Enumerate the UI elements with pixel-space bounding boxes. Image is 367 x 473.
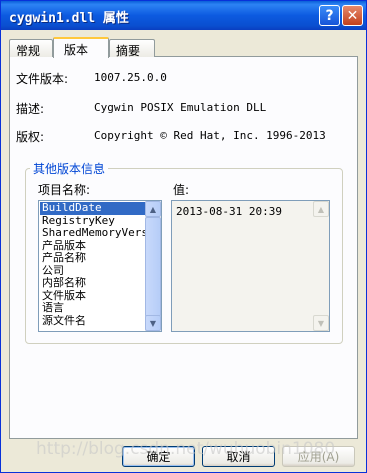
list-item[interactable]: SharedMemoryVersi: [40, 227, 146, 240]
list-item[interactable]: 内部名称: [40, 277, 146, 290]
list-item[interactable]: 产品版本: [40, 240, 146, 253]
ok-button[interactable]: 确定: [122, 446, 195, 467]
value-textbox[interactable]: 2013-08-31 20:39 ▲ ▼: [171, 200, 330, 332]
chevron-down-icon: ▼: [317, 318, 325, 328]
tab-version[interactable]: 版本: [53, 37, 109, 58]
help-button[interactable]: ?: [319, 5, 340, 26]
list-item[interactable]: 产品名称: [40, 252, 146, 265]
copyright-value: Copyright © Red Hat, Inc. 1996-2013: [94, 129, 326, 142]
listbox-scrollbar[interactable]: ▲ ▼: [145, 201, 161, 331]
value-scroll-down-button[interactable]: ▼: [313, 315, 329, 331]
window-title: cygwin1.dll 属性: [9, 11, 129, 26]
description-label: 描述:: [16, 102, 45, 116]
item-name-listbox[interactable]: BuildDate RegistryKey SharedMemoryVersi 产品版…: [38, 200, 162, 332]
value-scroll-up-button[interactable]: ▲: [313, 201, 329, 217]
chevron-down-icon: ▼: [149, 318, 157, 328]
chevron-up-icon: ▲: [149, 204, 157, 214]
list-item[interactable]: RegistryKey: [40, 215, 146, 228]
list-item[interactable]: 源文件名: [40, 315, 146, 328]
item-list: BuildDate RegistryKey SharedMemoryVersi 产品版…: [40, 202, 146, 327]
help-icon: ?: [325, 7, 334, 24]
selected-value: 2013-08-31 20:39: [176, 205, 282, 218]
scroll-down-button[interactable]: ▼: [145, 315, 161, 331]
description-value: Cygwin POSIX Emulation DLL: [94, 101, 267, 114]
tab-general[interactable]: 常规: [9, 39, 53, 58]
list-item[interactable]: BuildDate: [40, 202, 146, 215]
cancel-button[interactable]: 取消: [202, 446, 275, 467]
file-version-label: 文件版本:: [16, 72, 69, 86]
title-bar[interactable]: cygwin1.dll 属性 ? ✕: [1, 1, 366, 30]
other-version-info-title: 其他版本信息: [30, 160, 109, 177]
list-item[interactable]: 语言: [40, 302, 146, 315]
file-version-value: 1007.25.0.0: [94, 71, 167, 84]
close-button[interactable]: ✕: [342, 5, 363, 26]
tab-summary[interactable]: 摘要: [109, 39, 155, 58]
scroll-up-button[interactable]: ▲: [145, 201, 161, 217]
list-item[interactable]: 公司: [40, 265, 146, 278]
close-icon: ✕: [346, 7, 359, 24]
value-scrollbar[interactable]: ▲ ▼: [313, 201, 329, 331]
scroll-thumb[interactable]: [145, 217, 161, 317]
list-item[interactable]: 文件版本: [40, 290, 146, 303]
item-name-label: 项目名称:: [38, 183, 91, 197]
chevron-up-icon: ▲: [317, 204, 325, 214]
copyright-label: 版权:: [16, 130, 45, 144]
apply-button[interactable]: 应用(A): [282, 446, 355, 467]
properties-window: cygwin1.dll 属性 ? ✕ 常规 版本 摘要 文件版本: 1007.2…: [0, 0, 367, 473]
value-label: 值:: [173, 183, 190, 197]
